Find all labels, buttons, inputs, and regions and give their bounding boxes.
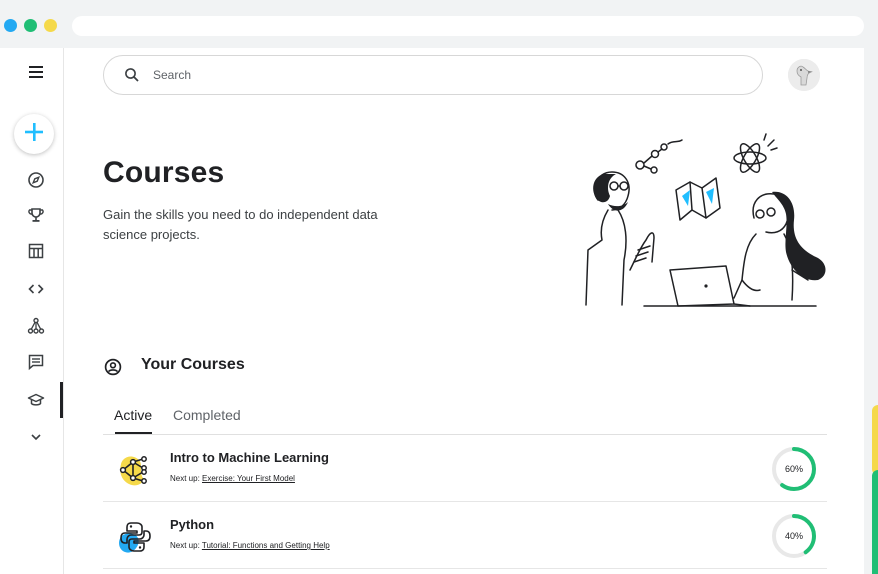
- sidebar-item-more[interactable]: [22, 423, 50, 451]
- sidebar-item-discussions[interactable]: [22, 348, 50, 376]
- course-row[interactable]: Intro to Machine Learning Next up: Exerc…: [103, 435, 827, 502]
- app-window: Search Courses Gain the skills you need …: [0, 48, 864, 574]
- active-nav-indicator: [60, 382, 63, 418]
- sidebar-item-code[interactable]: [22, 275, 50, 303]
- table-icon: [27, 242, 45, 260]
- create-button[interactable]: [14, 114, 54, 154]
- chevron-down-icon: [29, 430, 43, 444]
- tab-completed[interactable]: Completed: [173, 407, 241, 423]
- next-up-label: Next up:: [170, 541, 202, 550]
- search-icon: [124, 67, 140, 88]
- graduation-cap-icon: [27, 391, 45, 409]
- course-logo: [117, 517, 157, 557]
- course-next-up: Next up: Exercise: Your First Model: [170, 474, 295, 483]
- hero-illustration: [578, 130, 830, 315]
- avatar[interactable]: [788, 59, 820, 91]
- sidebar: [0, 48, 64, 574]
- decorative-shape: [872, 405, 878, 475]
- models-icon: [27, 317, 45, 335]
- search-placeholder: Search: [153, 68, 192, 82]
- menu-icon[interactable]: [22, 58, 50, 86]
- course-row[interactable]: Python Next up: Tutorial: Functions and …: [103, 502, 827, 569]
- user-circle-icon: [104, 358, 122, 381]
- section-title: Your Courses: [141, 356, 245, 373]
- browser-chrome: [0, 0, 878, 48]
- next-up-label: Next up:: [170, 474, 203, 483]
- sidebar-item-competitions[interactable]: [22, 201, 50, 229]
- search-input[interactable]: Search: [103, 55, 763, 95]
- page-title: Courses: [103, 156, 225, 189]
- course-next-up: Next up: Tutorial: Functions and Getting…: [170, 541, 330, 550]
- address-bar[interactable]: [72, 16, 864, 36]
- sidebar-item-models[interactable]: [22, 312, 50, 340]
- progress-ring: 60%: [771, 446, 817, 492]
- compass-icon: [27, 171, 45, 189]
- window-close-dot[interactable]: [4, 19, 17, 32]
- window-maximize-dot[interactable]: [44, 19, 57, 32]
- course-logo: [117, 450, 157, 490]
- course-name[interactable]: Intro to Machine Learning: [170, 450, 329, 465]
- next-up-link[interactable]: Exercise: Your First Model: [202, 474, 295, 483]
- progress-label: 40%: [784, 531, 803, 541]
- tab-active[interactable]: Active: [114, 407, 152, 423]
- course-name[interactable]: Python: [170, 517, 214, 532]
- window-minimize-dot[interactable]: [24, 19, 37, 32]
- trophy-icon: [27, 206, 45, 224]
- sidebar-item-explore[interactable]: [22, 166, 50, 194]
- discussion-icon: [27, 353, 45, 371]
- decorative-shape: [872, 470, 878, 574]
- sidebar-item-learn[interactable]: [22, 386, 50, 414]
- code-icon: [27, 280, 45, 298]
- progress-label: 60%: [784, 464, 803, 474]
- progress-ring: 40%: [771, 513, 817, 559]
- page-subtitle: Gain the skills you need to do independe…: [103, 207, 378, 242]
- sidebar-item-datasets[interactable]: [22, 237, 50, 265]
- plus-icon: [23, 121, 45, 148]
- next-up-link[interactable]: Tutorial: Functions and Getting Help: [202, 541, 330, 550]
